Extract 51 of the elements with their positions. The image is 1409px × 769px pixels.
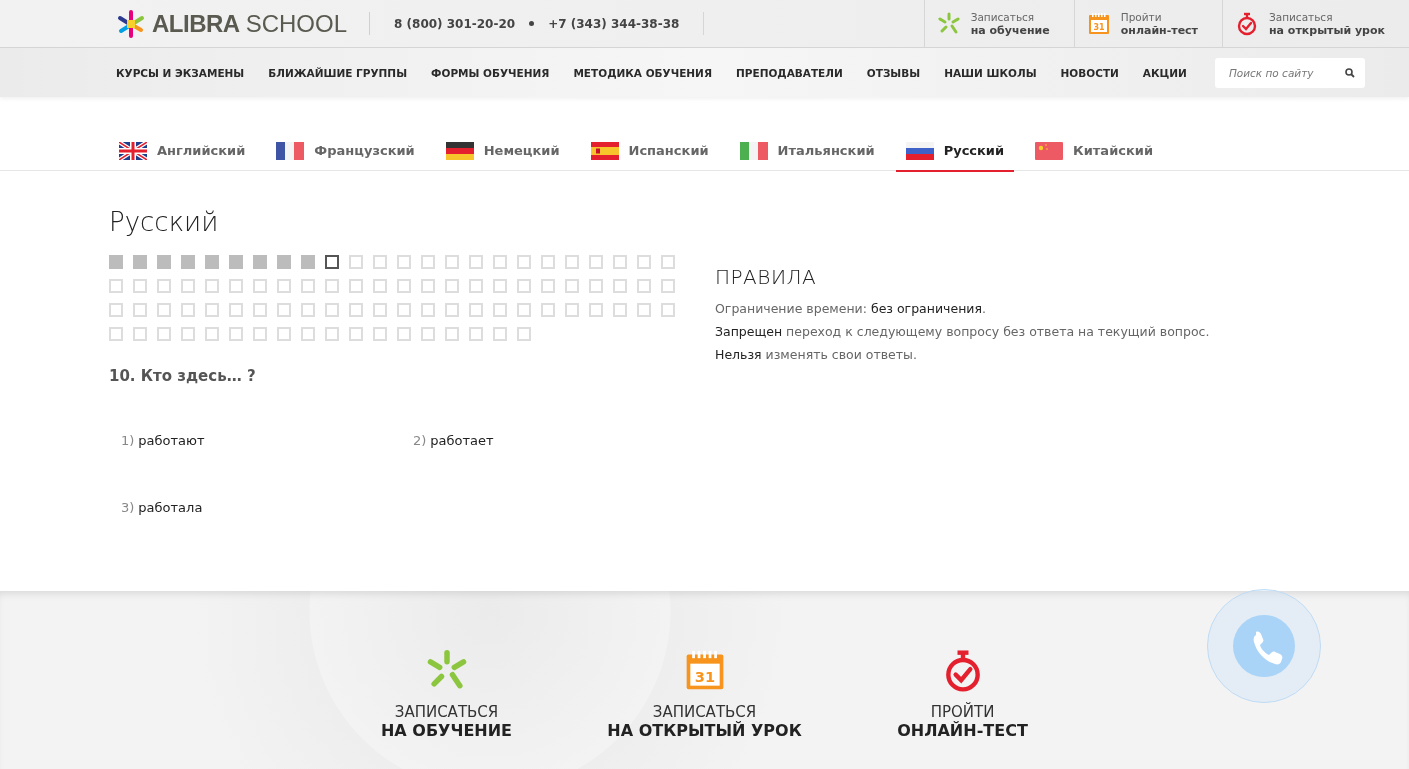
flag-icon [1035, 141, 1064, 160]
answer-option[interactable]: 1) работают [121, 433, 413, 448]
nav-link[interactable]: МЕТОДИКА ОБУЧЕНИЯ [573, 66, 712, 79]
flag-icon [590, 141, 619, 160]
language-tab[interactable]: Китайский [1025, 131, 1163, 172]
phone-number: +7 (343) 344-38-38 [548, 16, 680, 31]
sparkle-icon [936, 11, 961, 36]
answer-option[interactable]: 3) работала [121, 500, 413, 515]
nav-link[interactable]: КУРСЫ И ЭКЗАМЕНЫ [116, 66, 245, 79]
nav-link[interactable]: ПРЕПОДАВАТЕЛИ [736, 66, 843, 79]
page-title: Русский [109, 207, 220, 237]
footer-action-link[interactable]: ПРОЙТИ ОНЛАЙН-ТЕСТ [833, 649, 1092, 769]
language-tab[interactable]: Испанский [580, 131, 719, 172]
search-field[interactable]: Поиск по сайту [1214, 57, 1365, 88]
footer-action-link[interactable]: 31 ЗАПИСАТЬСЯ НА ОТКРЫТЫЙ УРОК [575, 649, 834, 769]
footer-action-link[interactable]: ЗАПИСАТЬСЯ НА ОБУЧЕНИЕ [317, 649, 576, 769]
header-action-link[interactable]: Записаться на обучение [923, 0, 1074, 47]
phone-icon [1232, 614, 1296, 678]
answer-option[interactable]: 2) работает [413, 433, 613, 448]
logo-text: SCHOOL [245, 9, 347, 38]
rule-text: Нельзя изменять свои ответы. [715, 346, 918, 364]
phone-number: 8 (800) 301-20-20 [394, 16, 516, 31]
language-tab[interactable]: Немецкий [435, 131, 570, 172]
rule-text: Ограничение времени: без ограничения. [715, 300, 987, 318]
nav-link[interactable]: НОВОСТИ [1060, 66, 1119, 79]
flag-icon [119, 141, 147, 160]
search-icon[interactable] [1344, 67, 1355, 78]
question-progress-square[interactable] [325, 255, 339, 269]
nav-link[interactable]: ФОРМЫ ОБУЧЕНИЯ [431, 66, 550, 79]
language-tab[interactable]: Итальянский [729, 131, 885, 172]
separator-dot [529, 21, 535, 26]
question-text: 10. Кто здесь… ? [109, 367, 257, 385]
stopwatch-icon [1235, 11, 1259, 36]
nav-link[interactable]: АКЦИИ [1142, 66, 1187, 79]
language-tab[interactable]: Русский [895, 131, 1015, 172]
header-action-link[interactable]: 31 Пройти онлайн-тест [1073, 0, 1222, 47]
calendar-icon: 31 [1086, 11, 1111, 36]
header-action-link[interactable]: Записаться на открытый урок [1222, 0, 1409, 47]
rules-heading: ПРАВИЛА [715, 265, 818, 289]
nav-link[interactable]: ОТЗЫВЫ [866, 66, 921, 79]
language-tab[interactable]: Английский [109, 131, 256, 172]
rule-text: Запрещен переход к следующему вопросу без ответа на текущий вопрос. [715, 323, 1210, 341]
flag-icon [276, 141, 305, 160]
flag-icon [445, 141, 474, 160]
flag-icon [905, 141, 934, 160]
language-tab[interactable]: Французский [266, 131, 425, 172]
flag-icon [739, 141, 768, 160]
logo-text: ALIBRA [152, 9, 240, 38]
nav-link[interactable]: НАШИ ШКОЛЫ [944, 66, 1037, 79]
nav-link[interactable]: БЛИЖАЙШИЕ ГРУППЫ [268, 66, 408, 79]
logo-icon [116, 8, 146, 39]
